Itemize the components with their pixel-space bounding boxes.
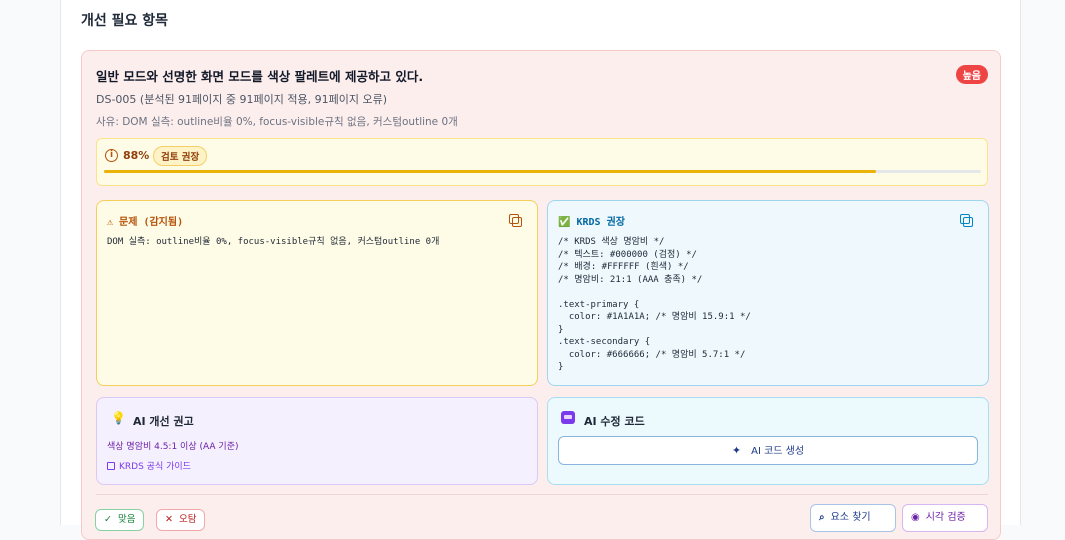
- correct-button[interactable]: ✓ 맞음: [95, 509, 145, 531]
- false-positive-button[interactable]: ✕ 오탐: [156, 509, 206, 531]
- robot-icon: [561, 411, 575, 424]
- issue-title: 일반 모드와 선명한 화면 모드를 색상 팔레트에 제공하고 있다.: [96, 69, 424, 84]
- copy-icon[interactable]: [960, 214, 973, 227]
- visual-check-label: 시각 검증: [925, 512, 966, 523]
- confidence-value: 88%: [123, 149, 150, 162]
- review-badge: 검토 권장: [153, 146, 208, 166]
- improvement-panel: 개선 필요 항목 일반 모드와 선명한 화면 모드를 색상 팔레트에 제공하고 …: [60, 0, 1021, 540]
- generate-code-label: AI 코드 생성: [751, 446, 805, 457]
- ai-advice-desc: 색상 명암비 4.5:1 이상 (AA 기준): [107, 442, 239, 452]
- divider: [96, 494, 988, 495]
- find-element-button[interactable]: ⌕ 요소 찾기: [810, 504, 896, 532]
- krds-guide-link-label: KRDS 공식 가이드: [119, 462, 191, 472]
- magic-wand-icon: ✦: [731, 444, 742, 457]
- external-link-icon: [107, 462, 115, 470]
- lightbulb-icon: 💡: [111, 411, 126, 425]
- issue-id: DS-005 (분석된 91페이지 중 91페이지 적용, 91페이지 오류): [96, 93, 388, 106]
- false-positive-label: 오탐: [178, 514, 197, 525]
- section-title: 개선 필요 항목: [81, 13, 169, 29]
- visual-check-button[interactable]: ◉ 시각 검증: [902, 504, 988, 532]
- severity-badge: 높음: [955, 65, 988, 84]
- correct-label: 맞음: [117, 514, 136, 525]
- issue-reason: 사유: DOM 실측: outline비율 0%, focus-visible규…: [96, 116, 458, 128]
- find-element-label: 요소 찾기: [830, 512, 871, 523]
- confidence-progress-fill: [104, 170, 876, 173]
- ai-fix-title: AI 수정 코드: [584, 415, 645, 428]
- ai-advice-title: AI 개선 권고: [133, 415, 194, 428]
- confidence-box: i 88% 검토 권장: [96, 138, 988, 186]
- ai-fix-box: AI 수정 코드 ✦ AI 코드 생성: [547, 397, 989, 485]
- krds-guide-link[interactable]: KRDS 공식 가이드: [107, 459, 191, 472]
- problem-code: DOM 실측: outline비율 0%, focus-visible규칙 없음…: [107, 237, 440, 247]
- check-icon: ✓: [104, 514, 112, 525]
- search-icon: ⌕: [819, 512, 825, 523]
- generate-code-button[interactable]: ✦ AI 코드 생성: [558, 436, 978, 465]
- problem-title: ⚠ 문제 (감지됨): [107, 217, 184, 228]
- krds-title: ✅ KRDS 권장: [558, 217, 625, 228]
- krds-box: ✅ KRDS 권장 /* KRDS 색상 명암비 */ /* 텍스트: #000…: [547, 200, 989, 386]
- info-icon: i: [105, 149, 118, 162]
- problem-box: ⚠ 문제 (감지됨) DOM 실측: outline비율 0%, focus-v…: [96, 200, 538, 386]
- confidence-progress: [104, 170, 981, 173]
- eye-icon: ◉: [911, 512, 920, 523]
- close-icon: ✕: [165, 514, 173, 525]
- copy-icon[interactable]: [509, 214, 522, 227]
- krds-code: /* KRDS 색상 명암비 */ /* 텍스트: #000000 (검정) *…: [558, 237, 751, 372]
- issue-card: 일반 모드와 선명한 화면 모드를 색상 팔레트에 제공하고 있다. 높음 DS…: [81, 50, 1001, 540]
- ai-advice-box: 💡 AI 개선 권고 색상 명암비 4.5:1 이상 (AA 기준) KRDS …: [96, 397, 538, 485]
